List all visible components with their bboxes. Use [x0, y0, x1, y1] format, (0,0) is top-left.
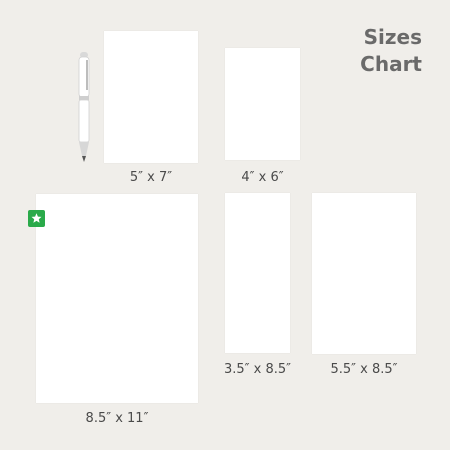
- paper-5x7: [104, 31, 198, 163]
- paper-4x6: [225, 48, 300, 160]
- size-label-5-5x8-5: 5.5″ x 8.5″: [330, 362, 398, 377]
- star-icon: [31, 213, 42, 223]
- size-label-3-5x8-5: 3.5″ x 8.5″: [223, 362, 292, 377]
- pen-icon: [78, 52, 90, 162]
- paper-3-5x8-5: [225, 193, 290, 353]
- title-line-1: Sizes: [363, 25, 422, 49]
- size-label-4x6: 4″ x 6″: [241, 170, 284, 185]
- title-line-2: Chart: [360, 52, 422, 76]
- featured-badge: [28, 210, 45, 227]
- paper-5-5x8-5: [312, 193, 416, 354]
- size-label-5x7: 5″ x 7″: [129, 170, 173, 185]
- size-label-8-5x11: 8.5″ x 11″: [85, 411, 149, 426]
- page-title: Sizes Chart: [302, 24, 422, 78]
- paper-8-5x11: [36, 194, 198, 403]
